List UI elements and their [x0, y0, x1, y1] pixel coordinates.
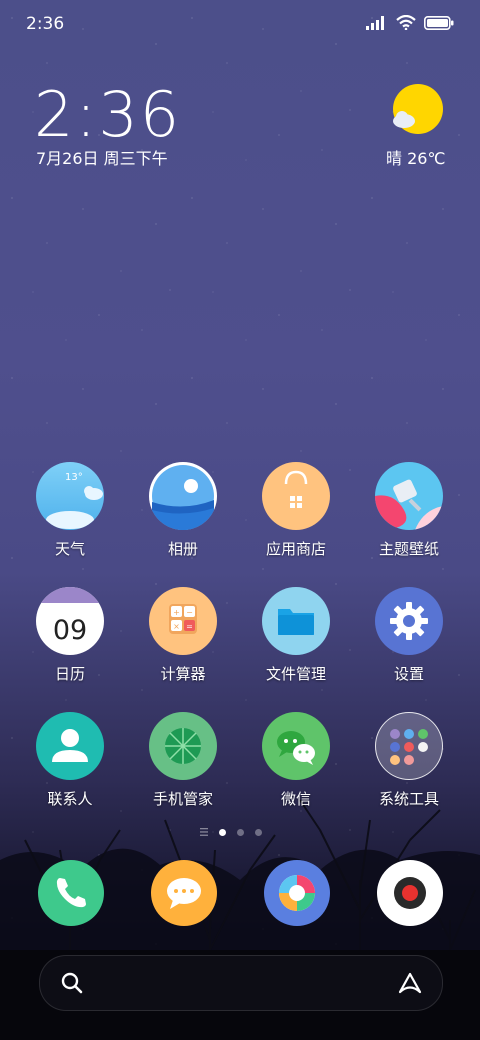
- system-tools-folder-icon: [375, 712, 443, 780]
- app-label: 计算器: [160, 665, 206, 683]
- app-app-store[interactable]: 应用商店: [241, 462, 351, 559]
- settings-icon: [375, 587, 443, 655]
- app-label: 文件管理: [265, 665, 326, 683]
- app-label: 相册: [167, 540, 198, 558]
- calculator-icon: + − × =: [149, 587, 217, 655]
- app-file-manager[interactable]: 文件管理: [241, 587, 351, 684]
- themes-icon: [375, 462, 443, 530]
- battery-icon: [424, 15, 454, 30]
- app-calculator[interactable]: + − × = 计算器: [128, 587, 238, 684]
- phone-icon: [38, 860, 104, 926]
- page-dot: [255, 828, 262, 836]
- svg-text:−: −: [186, 608, 193, 617]
- svg-text:=: =: [186, 622, 193, 631]
- app-settings[interactable]: 设置: [354, 587, 464, 684]
- app-label: 手机管家: [152, 790, 213, 808]
- svg-text:+: +: [173, 608, 180, 617]
- svg-text:×: ×: [173, 622, 180, 631]
- weather-text: 晴 26℃: [386, 149, 446, 168]
- browser-icon: [264, 860, 330, 926]
- status-bar: 2:36: [0, 0, 480, 50]
- security-icon: [149, 712, 217, 780]
- contacts-icon: [36, 712, 104, 780]
- app-themes[interactable]: 主题壁纸: [354, 462, 464, 559]
- app-label: 主题壁纸: [378, 540, 439, 558]
- app-label: 系统工具: [378, 790, 439, 808]
- app-gallery[interactable]: 相册: [128, 462, 238, 559]
- dock-phone[interactable]: [16, 860, 126, 926]
- page-dot-active: [219, 828, 226, 836]
- app-folder-system-tools[interactable]: 系统工具: [354, 712, 464, 809]
- search-icon[interactable]: [60, 971, 84, 995]
- camera-icon: [377, 860, 443, 926]
- file-manager-icon: [262, 587, 330, 655]
- clock-widget[interactable]: 2:36: [34, 78, 181, 151]
- app-security[interactable]: 手机管家: [128, 712, 238, 809]
- app-calendar[interactable]: 09 日历: [15, 587, 125, 684]
- app-store-icon: [262, 462, 330, 530]
- assistant-icon[interactable]: [396, 969, 424, 997]
- app-weather[interactable]: 13° 天气: [15, 462, 125, 559]
- search-bar[interactable]: [39, 955, 443, 1011]
- page-dot: [237, 828, 244, 836]
- wifi-icon: [396, 15, 416, 30]
- app-contacts[interactable]: 联系人: [15, 712, 125, 809]
- app-label: 微信: [280, 790, 311, 808]
- date-text: 7月26日 周三下午: [36, 149, 168, 168]
- gallery-icon: [149, 462, 217, 530]
- app-wechat[interactable]: 微信: [241, 712, 351, 809]
- messages-icon: [151, 860, 217, 926]
- menu-lines-icon: [200, 828, 208, 836]
- dock-camera[interactable]: [355, 860, 465, 926]
- page-indicator[interactable]: [200, 828, 262, 836]
- wechat-icon: [262, 712, 330, 780]
- sun-cloud-icon[interactable]: [392, 83, 444, 135]
- signal-icon: [366, 15, 384, 30]
- app-label: 联系人: [47, 790, 93, 808]
- app-label: 应用商店: [265, 540, 326, 558]
- app-label: 日历: [54, 665, 85, 683]
- status-icons: [366, 15, 454, 30]
- app-label: 设置: [393, 665, 424, 683]
- dock-browser[interactable]: [242, 860, 352, 926]
- status-time: 2:36: [26, 14, 65, 34]
- weather-icon: 13°: [36, 462, 104, 530]
- weather-temp-label: 13°: [65, 472, 83, 483]
- app-label: 天气: [54, 540, 85, 558]
- dock-messages[interactable]: [129, 860, 239, 926]
- calendar-day: 09: [53, 615, 87, 646]
- calendar-icon: 09: [36, 587, 104, 655]
